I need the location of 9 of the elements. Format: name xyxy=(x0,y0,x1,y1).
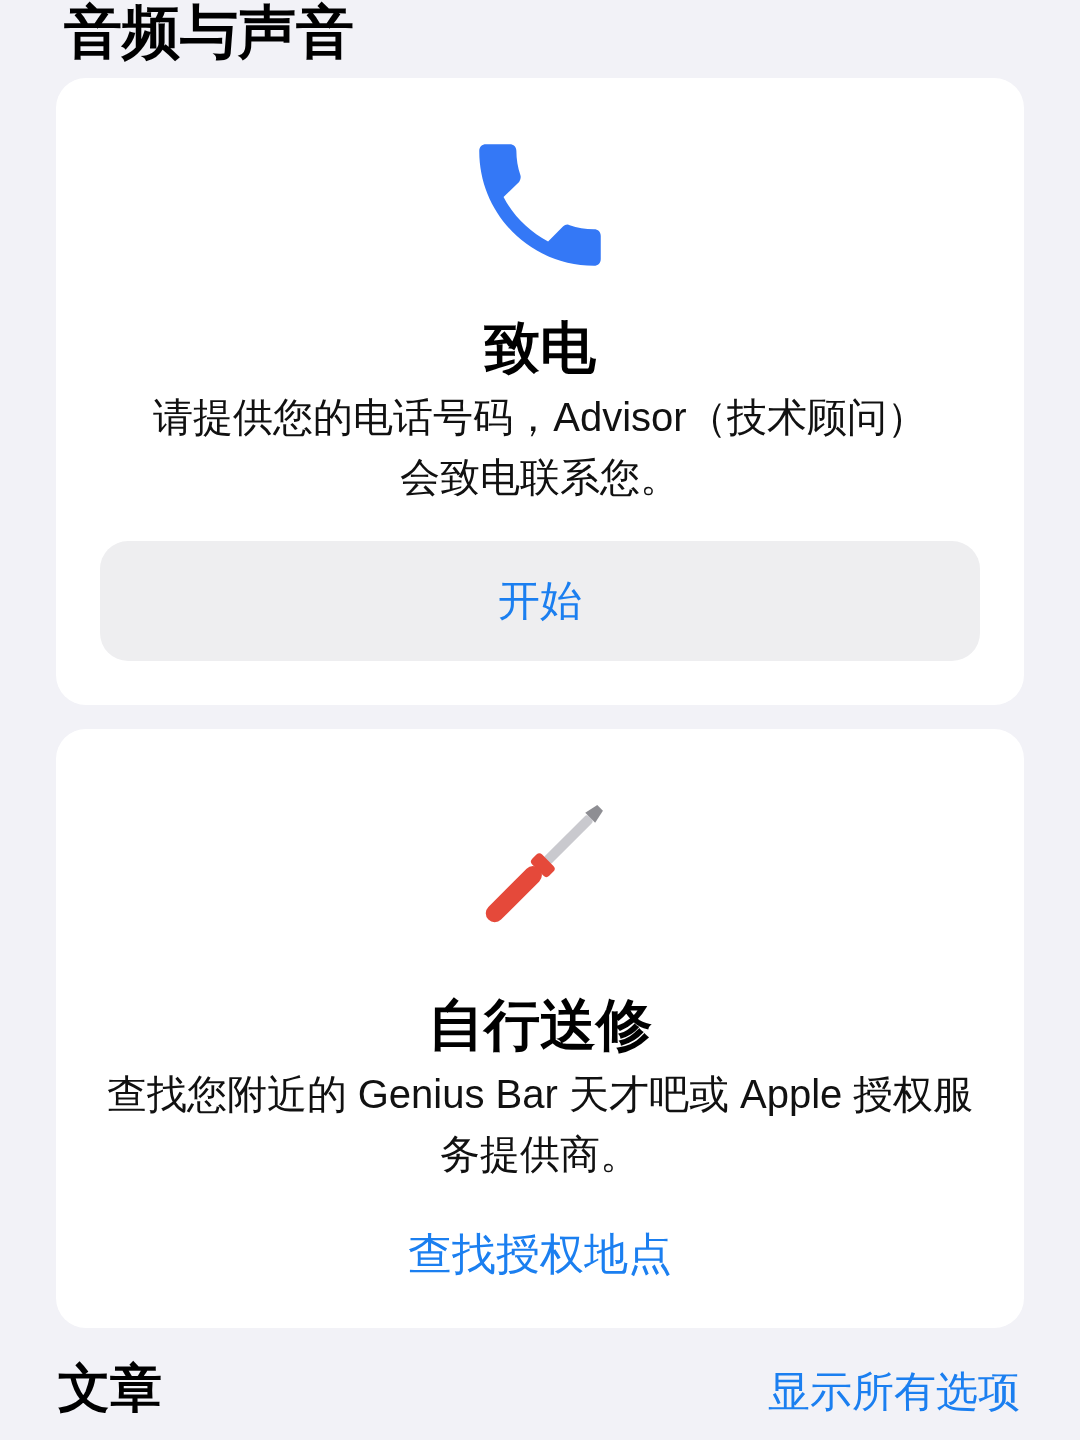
find-locations-link[interactable]: 查找授权地点 xyxy=(408,1224,672,1284)
card-description: 请提供您的电话号码，Advisor（技术顾问）会致电联系您。 xyxy=(152,394,928,501)
start-button[interactable]: 开始 xyxy=(100,541,980,661)
section-title: 音频与声音 xyxy=(64,0,355,64)
card-title: 自行送修 xyxy=(428,992,652,1058)
section-title: 文章 xyxy=(58,1358,162,1419)
show-all-link[interactable]: 显示所有选项 xyxy=(768,1364,1020,1420)
card-description: 查找您附近的 Genius Bar 天才吧或 Apple 授权服务提供商。 xyxy=(105,1071,975,1178)
card-title: 致电 xyxy=(484,315,596,381)
